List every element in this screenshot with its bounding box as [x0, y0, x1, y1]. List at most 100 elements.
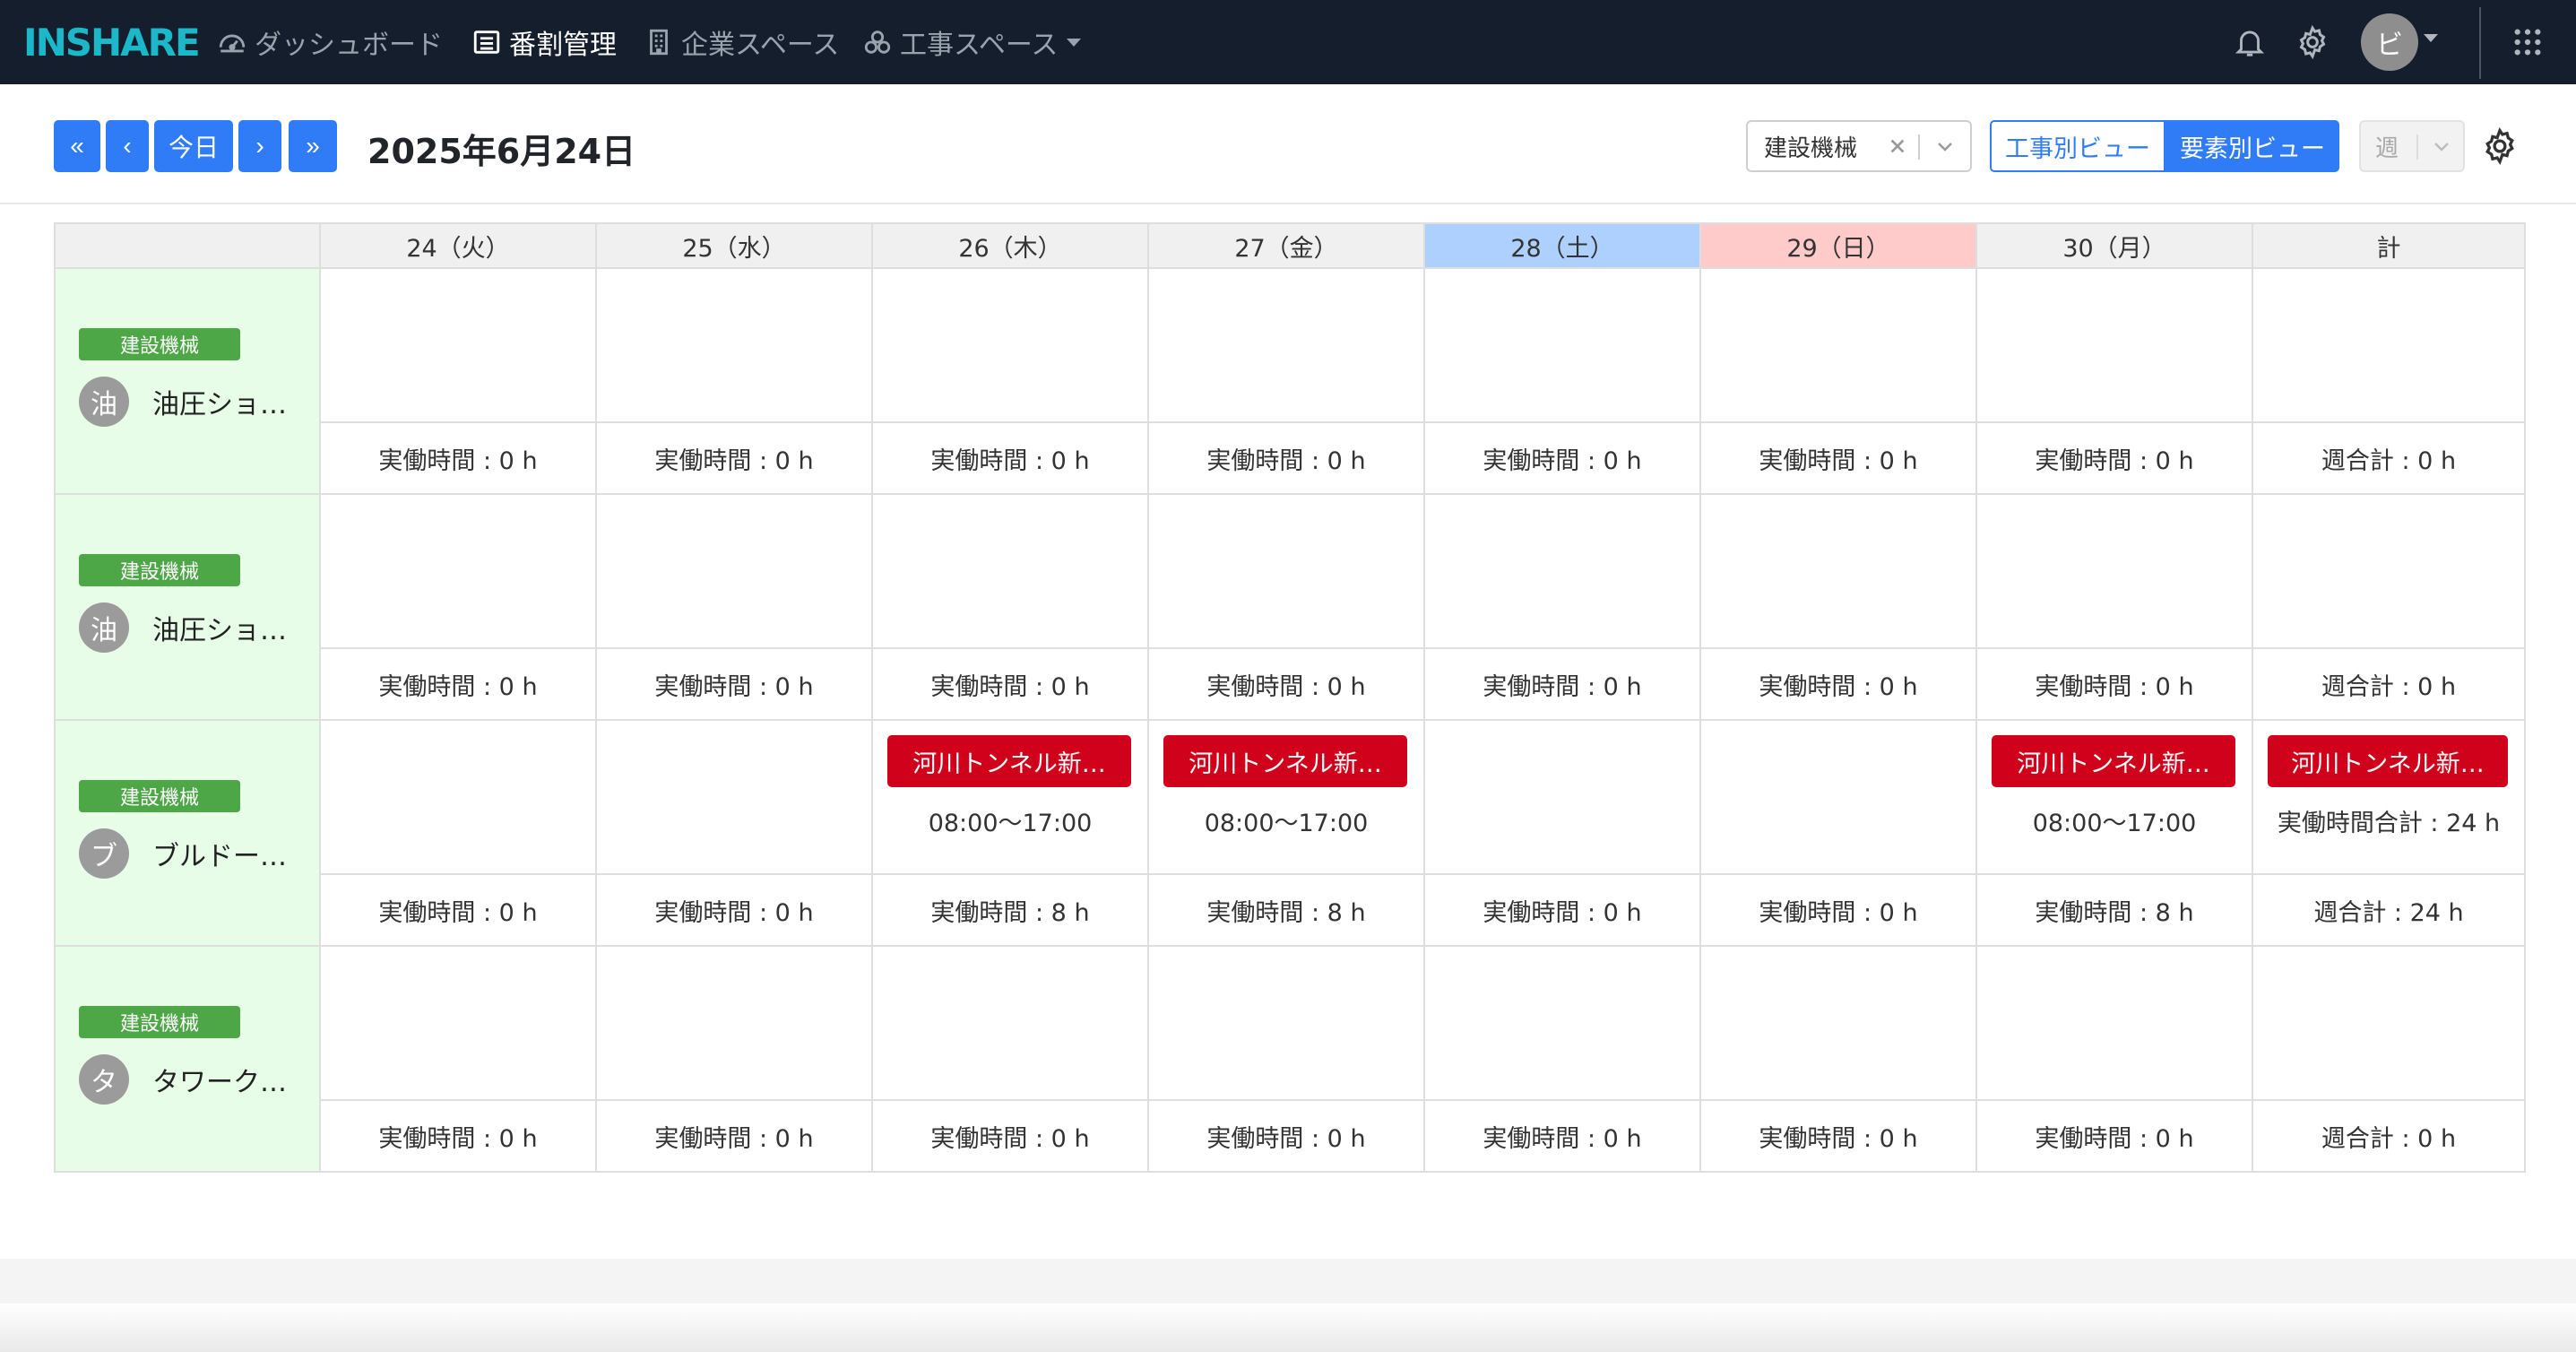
work-hours: 実働時間 : 0 h: [1977, 649, 2253, 721]
schedule-day-cell[interactable]: [321, 269, 597, 423]
category-badge: 建設機械: [79, 328, 240, 360]
schedule-day-cell[interactable]: [1701, 495, 1977, 649]
work-hours: 実働時間 : 0 h: [1425, 649, 1701, 721]
next-week-button[interactable]: ›: [238, 120, 281, 172]
settings-button[interactable]: [2293, 22, 2332, 62]
category-badge: 建設機械: [79, 554, 240, 586]
chevron-down-icon[interactable]: [2424, 131, 2459, 161]
schedule-day-cell[interactable]: [1701, 269, 1977, 423]
event-time: 08:00〜17:00: [1204, 809, 1369, 837]
schedule-day-cell[interactable]: [597, 721, 873, 875]
schedule-day-cell[interactable]: [1701, 947, 1977, 1101]
category-filter-value: 建設機械: [1764, 134, 1858, 162]
element-view-button[interactable]: 要素別ビュー: [2165, 120, 2339, 172]
bell-icon: [2235, 30, 2265, 56]
schedule-day-cell[interactable]: [1425, 495, 1701, 649]
total-cell[interactable]: [2253, 947, 2526, 1101]
schedule-day-cell[interactable]: 河川トンネル新… 08:00〜17:00: [1149, 721, 1425, 875]
today-button[interactable]: 今日: [154, 120, 233, 172]
event-block[interactable]: 河川トンネル新…: [1163, 735, 1407, 787]
schedule-day-cell[interactable]: [1977, 495, 2253, 649]
work-hours: 実働時間 : 0 h: [873, 423, 1149, 495]
schedule-day-cell[interactable]: [873, 269, 1149, 423]
prev-week-button[interactable]: ‹: [106, 120, 149, 172]
nav-dashboard[interactable]: ダッシュボード: [217, 20, 443, 65]
schedule-day-cell[interactable]: [321, 721, 597, 875]
schedule-day-cell[interactable]: [597, 495, 873, 649]
nav-construction-space[interactable]: 工事スペース: [862, 20, 1082, 65]
resource-label-cell[interactable]: 建設機械タタワーク…: [54, 947, 321, 1173]
schedule-day-cell[interactable]: [873, 495, 1149, 649]
select-separator: [1918, 134, 1920, 160]
resource-name: タワーク…: [152, 1067, 287, 1098]
schedule-day-cell[interactable]: [597, 269, 873, 423]
user-avatar[interactable]: ビ: [2361, 13, 2418, 71]
main-content: « ‹ 今日 › » 2025年6月24日 建設機械 工事別ビュー 要素別ビュー…: [0, 84, 2576, 1352]
work-hours: 実働時間 : 0 h: [1425, 423, 1701, 495]
schedule-day-cell[interactable]: [321, 495, 597, 649]
work-hours: 実働時間 : 0 h: [1149, 1101, 1425, 1173]
column-header-day: 29（日）: [1701, 222, 1977, 269]
resource-name: ブルドー…: [152, 841, 287, 872]
schedule-day-cell[interactable]: [1149, 269, 1425, 423]
construction-icon: [864, 30, 891, 54]
schedule-day-cell[interactable]: 河川トンネル新… 08:00〜17:00: [1977, 721, 2253, 875]
event-block[interactable]: 河川トンネル新…: [1992, 735, 2235, 787]
schedule-day-cell[interactable]: [1149, 947, 1425, 1101]
event-block[interactable]: 河川トンネル新…: [2268, 735, 2508, 787]
chevron-down-icon[interactable]: [1927, 131, 1963, 161]
schedule-day-cell[interactable]: [1149, 495, 1425, 649]
select-separator: [2416, 134, 2418, 160]
first-page-button[interactable]: «: [54, 120, 100, 172]
resource-label-cell[interactable]: 建設機械油油圧ショ…: [54, 269, 321, 495]
work-hours: 実働時間 : 0 h: [597, 423, 873, 495]
apps-menu-button[interactable]: [2508, 22, 2547, 62]
calendar-settings-button[interactable]: [2479, 126, 2520, 167]
schedule-day-cell[interactable]: [873, 947, 1149, 1101]
chevron-down-icon: [1067, 38, 1082, 47]
work-hours: 実働時間 : 0 h: [1425, 1101, 1701, 1173]
top-navbar: INSHARE ダッシュボード 番割管理 企業スペース 工事スペース ビ: [0, 0, 2576, 84]
nav-company-space[interactable]: 企業スペース: [644, 20, 839, 65]
user-menu-chevron-icon[interactable]: [2424, 34, 2438, 42]
work-hours: 実働時間 : 8 h: [1149, 875, 1425, 947]
schedule-day-cell[interactable]: [597, 947, 873, 1101]
total-hours-text: 実働時間合計 : 24 h: [2277, 809, 2501, 837]
work-hours: 実働時間 : 8 h: [873, 875, 1149, 947]
work-hours: 実働時間 : 0 h: [1977, 1101, 2253, 1173]
nav-shift-management-label: 番割管理: [509, 30, 617, 61]
schedule-day-cell[interactable]: [321, 947, 597, 1101]
total-cell[interactable]: [2253, 495, 2526, 649]
nav-shift-management[interactable]: 番割管理: [471, 20, 617, 65]
app-logo[interactable]: INSHARE: [23, 20, 201, 65]
work-hours: 実働時間 : 0 h: [321, 1101, 597, 1173]
work-hours: 実働時間 : 0 h: [597, 875, 873, 947]
total-cell[interactable]: 河川トンネル新… 実働時間合計 : 24 h: [2253, 721, 2526, 875]
schedule-day-cell[interactable]: [1977, 269, 2253, 423]
column-header-day: 28（土）: [1425, 222, 1701, 269]
nav-construction-space-label: 工事スペース: [900, 30, 1059, 61]
notifications-button[interactable]: [2230, 22, 2269, 62]
dashboard-icon: [219, 34, 246, 53]
total-cell[interactable]: [2253, 269, 2526, 423]
schedule-day-cell[interactable]: [1701, 721, 1977, 875]
work-hours: 実働時間 : 0 h: [1701, 423, 1977, 495]
resource-label-cell[interactable]: 建設機械油油圧ショ…: [54, 495, 321, 721]
schedule-day-cell[interactable]: [1425, 721, 1701, 875]
work-hours: 実働時間 : 0 h: [1701, 649, 1977, 721]
schedule-day-cell[interactable]: [1977, 947, 2253, 1101]
resource-avatar: 油: [79, 377, 129, 427]
period-select[interactable]: 週: [2359, 120, 2465, 172]
schedule-day-cell[interactable]: 河川トンネル新… 08:00〜17:00: [873, 721, 1149, 875]
category-filter-select[interactable]: 建設機械: [1746, 120, 1972, 172]
header-corner-cell: [54, 222, 321, 269]
last-page-button[interactable]: »: [289, 120, 337, 172]
schedule-day-cell[interactable]: [1425, 269, 1701, 423]
clear-filter-icon[interactable]: [1882, 131, 1913, 161]
event-block[interactable]: 河川トンネル新…: [887, 735, 1131, 787]
resource-label-cell[interactable]: 建設機械ブブルドー…: [54, 721, 321, 947]
schedule-day-cell[interactable]: [1425, 947, 1701, 1101]
resource-avatar: 油: [79, 602, 129, 653]
project-view-button[interactable]: 工事別ビュー: [1990, 120, 2165, 172]
weekly-total: 週合計 : 0 h: [2253, 649, 2526, 721]
